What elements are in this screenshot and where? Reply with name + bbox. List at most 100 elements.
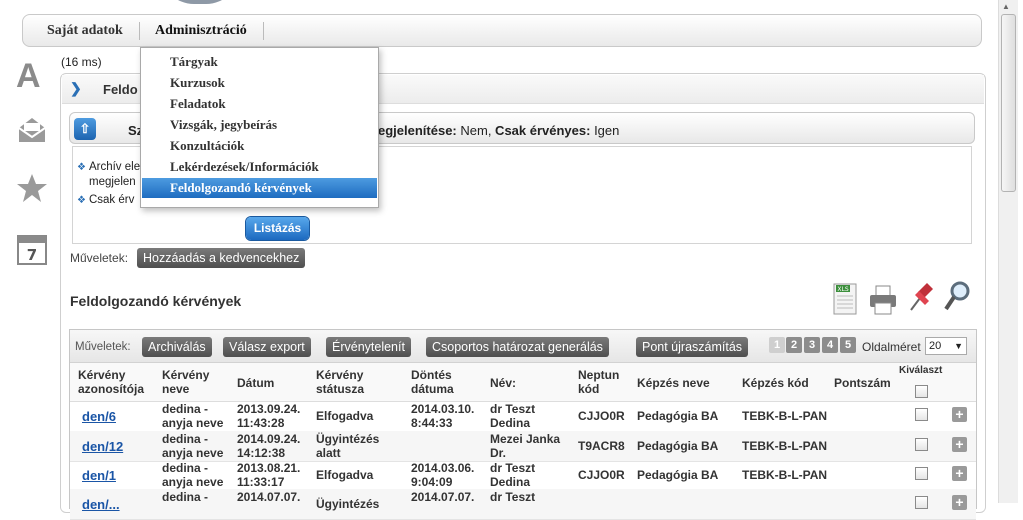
expand-plus-icon[interactable]: + <box>952 407 967 422</box>
request-id-link[interactable]: den/12 <box>82 439 123 454</box>
col-header-status[interactable]: Kérvény státusza <box>316 368 364 396</box>
svg-text:XLS: XLS <box>837 286 848 293</box>
group-decision-button[interactable]: Csoportos határozat generálás <box>426 337 609 357</box>
filter-option-archive-label2: megjelen <box>89 176 136 188</box>
printer-icon[interactable] <box>868 284 898 319</box>
person-name-line2: Dr. <box>490 446 507 460</box>
col-header-date[interactable]: Dátum <box>237 376 274 390</box>
menu-separator <box>263 22 264 40</box>
page-3[interactable]: 3 <box>804 337 820 353</box>
dropdown-item-tasks[interactable]: Feladatok <box>142 94 377 114</box>
person-name: dr Teszt <box>490 461 536 475</box>
bullet-icon: ❖ <box>77 162 86 173</box>
person-name: dr Teszt <box>490 490 536 504</box>
request-name-line2: anyja neve <box>162 475 224 489</box>
bullet-icon: ❖ <box>77 195 86 206</box>
request-name-line1: dedina - <box>162 490 209 504</box>
chevron-right-icon[interactable]: ❯ <box>70 80 82 97</box>
person-name: Mezei Janka <box>490 432 561 446</box>
dropdown-item-consultations[interactable]: Konzultációk <box>142 136 377 156</box>
search-icon[interactable] <box>942 280 972 317</box>
row-select-checkbox[interactable] <box>915 438 928 451</box>
section-title: Feldolgozandó kérvények <box>70 293 242 309</box>
request-date: 2014.07.07. <box>237 490 301 504</box>
select-all-checkbox[interactable] <box>915 385 928 398</box>
request-id-link[interactable]: den/6 <box>82 409 116 424</box>
program-name: Pedagógia BA <box>637 409 719 423</box>
request-status: Ügyintézés <box>316 432 380 446</box>
program-code: TEBK-B-L-PAN <box>742 409 828 423</box>
program-code: TEBK-B-L-PAN <box>742 468 828 482</box>
decision-date: 2014.07.07. <box>411 490 475 504</box>
add-favorites-button[interactable]: Hozzáadás a kedvencekhez <box>137 248 306 268</box>
panel-title: Feldo <box>103 82 138 97</box>
page-size-value: 20 <box>929 340 942 352</box>
dropdown-item-requests[interactable]: Feldolgozandó kérvények <box>142 178 377 198</box>
request-id-link[interactable]: den/... <box>82 497 120 512</box>
request-time: 14:12:38 <box>237 446 286 460</box>
row-select-checkbox[interactable] <box>915 467 928 480</box>
page-4[interactable]: 4 <box>822 337 838 353</box>
calendar-icon[interactable]: 7 <box>16 232 48 265</box>
person-name: dr Teszt <box>490 402 536 416</box>
col-header-name[interactable]: Kérvény neve <box>162 368 209 396</box>
envelope-icon[interactable] <box>16 114 48 146</box>
page-size-select[interactable]: 20 ▼ <box>925 337 967 355</box>
page-size-label: Oldalméret <box>862 340 921 354</box>
filter-option-valid: ❖ Csak érv <box>77 194 134 206</box>
neptun-code: T9ACR8 <box>578 439 625 453</box>
excel-export-icon[interactable]: XLS <box>832 282 858 319</box>
request-name-line2: anyja neve <box>162 416 224 430</box>
request-name-line2: anyja neve <box>162 446 224 460</box>
request-date: 2013.09.24. <box>237 402 301 416</box>
page-1[interactable]: 1 <box>769 337 785 353</box>
request-name-line1: dedina - <box>162 432 209 446</box>
filter-option-archive-label: Archív ele <box>88 161 141 173</box>
decision-date: 2014.03.10. <box>411 402 475 416</box>
menu-sajat-adatok[interactable]: Saját adatok <box>39 15 131 46</box>
pin-icon[interactable] <box>905 280 935 317</box>
col-header-program[interactable]: Képzés neve <box>637 376 710 390</box>
filter-summary: egjelenítése: Nem, Csak érvényes: Igen <box>378 123 619 138</box>
grid-operations-label: Műveletek: <box>75 341 131 353</box>
dropdown-item-queries[interactable]: Lekérdezések/Információk <box>142 157 377 177</box>
expand-plus-icon[interactable]: + <box>952 466 967 481</box>
request-status-line2: alatt <box>316 446 341 460</box>
menu-separator <box>139 22 140 40</box>
star-icon[interactable] <box>16 172 48 204</box>
filter-option-archive: ❖ Archív ele megjelen <box>77 160 140 189</box>
col-header-id[interactable]: Kérvény azonosítója <box>78 368 144 396</box>
col-header-decision-date[interactable]: Döntés dátuma <box>411 368 454 396</box>
a-letter-icon[interactable]: A <box>16 59 48 93</box>
col-header-person[interactable]: Név: <box>490 376 516 390</box>
page-2[interactable]: 2 <box>786 337 802 353</box>
program-name: Pedagógia BA <box>637 468 719 482</box>
chevron-down-icon: ▼ <box>954 341 963 351</box>
col-header-neptun[interactable]: Neptun kód <box>578 368 619 396</box>
col-header-points[interactable]: Pontszám <box>834 376 891 390</box>
person-name-line2: Dedina <box>490 475 531 489</box>
admin-dropdown-menu: Tárgyak Kurzusok Feladatok Vizsgák, jegy… <box>140 47 379 208</box>
timing-label: (16 ms) <box>61 55 102 69</box>
invalidate-button[interactable]: Érvénytelenít <box>326 337 411 357</box>
request-name-line1: dedina - <box>162 461 209 475</box>
row-select-checkbox[interactable] <box>915 408 928 421</box>
dropdown-item-courses[interactable]: Kurzusok <box>142 73 377 93</box>
scrollbar-thumb[interactable] <box>1001 14 1016 192</box>
archive-button[interactable]: Archiválás <box>142 337 212 357</box>
summary-label-1: egjelenítése: <box>378 123 461 138</box>
scroll-up-arrow-icon[interactable]: ▲ <box>1002 2 1010 11</box>
summary-value-2: Igen <box>590 123 620 138</box>
recalculate-points-button[interactable]: Pont újraszámítás <box>636 337 749 357</box>
dropdown-item-exams[interactable]: Vizsgák, jegybeírás <box>142 115 377 135</box>
request-id-link[interactable]: den/1 <box>82 468 116 483</box>
collapse-toggle-icon[interactable]: ⇧ <box>74 118 96 140</box>
page-5[interactable]: 5 <box>840 337 856 353</box>
list-button[interactable]: Listázás <box>246 217 309 240</box>
export-answer-button[interactable]: Válasz export <box>223 337 311 357</box>
expand-plus-icon[interactable]: + <box>952 437 967 452</box>
menu-adminisztracio[interactable]: Adminisztráció <box>147 15 255 46</box>
col-header-program-code[interactable]: Képzés kód <box>742 376 809 390</box>
dropdown-item-subjects[interactable]: Tárgyak <box>142 52 377 72</box>
request-status: Elfogadva <box>316 468 374 482</box>
